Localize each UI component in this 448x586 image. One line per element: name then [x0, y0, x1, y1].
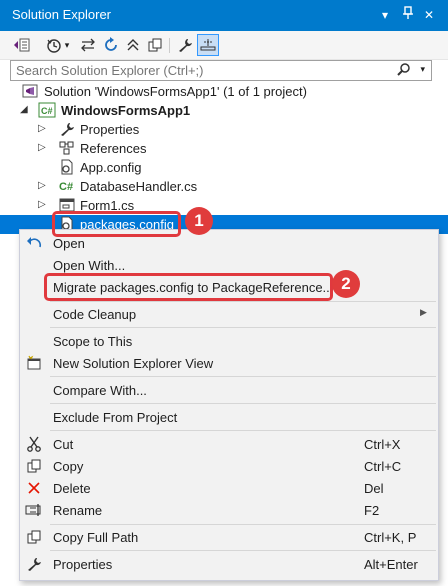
menu-item-copy-full-path[interactable]: Copy Full Path Ctrl+K, P	[20, 526, 438, 548]
tree-node-solution[interactable]: Solution 'WindowsFormsApp1' (1 of 1 proj…	[0, 82, 448, 101]
window-title: Solution Explorer	[12, 7, 111, 22]
tree-node-databasehandler[interactable]: ▷ C# DatabaseHandler.cs	[0, 177, 448, 196]
menu-label: Compare With...	[53, 383, 147, 398]
menu-item-delete[interactable]: Delete Del	[20, 477, 438, 499]
menu-label: Exclude From Project	[53, 410, 178, 425]
solution-explorer-toolbar: ▾	[0, 31, 448, 60]
history-icon[interactable]	[44, 35, 64, 55]
menu-shortcut: F2	[364, 503, 380, 518]
callout-badge-1: 1	[185, 207, 213, 235]
tree-label: App.config	[80, 160, 142, 175]
svg-text:C#: C#	[41, 106, 53, 116]
tree-node-project[interactable]: ◢ C# WindowsFormsApp1	[0, 101, 448, 120]
vs-solution-switch-icon[interactable]	[12, 35, 32, 55]
menu-separator	[50, 403, 436, 404]
tree-label: DatabaseHandler.cs	[80, 179, 198, 194]
menu-shortcut: Alt+Enter	[364, 557, 418, 572]
wrench-icon	[59, 121, 75, 137]
callout-highlight-2	[44, 273, 333, 301]
chevron-down-icon[interactable]: ▾	[420, 64, 425, 75]
menu-label: Open	[53, 236, 85, 251]
menu-separator	[50, 524, 436, 525]
submenu-arrow-icon: ▶	[420, 307, 427, 317]
tree-node-app-config[interactable]: App.config	[0, 158, 448, 177]
open-arrow-icon	[24, 234, 44, 252]
wrench-icon	[24, 555, 44, 573]
tree-label-project: WindowsFormsApp1	[61, 103, 191, 118]
menu-label: Copy Full Path	[53, 530, 139, 545]
toolbar-divider	[169, 38, 170, 53]
rename-icon	[24, 501, 44, 519]
menu-shortcut: Ctrl+C	[364, 459, 402, 474]
menu-label: Rename	[53, 503, 103, 518]
menu-shortcut: Ctrl+K, P	[364, 530, 417, 545]
config-file-icon	[59, 159, 75, 175]
menu-item-rename[interactable]: Rename F2	[20, 499, 438, 521]
tree-node-references[interactable]: ▷ References	[0, 139, 448, 158]
menu-separator	[50, 327, 436, 328]
collapsed-arrow-icon[interactable]: ▷	[38, 142, 46, 153]
copy-icon[interactable]	[145, 35, 165, 55]
callout-badge-2: 2	[332, 270, 360, 298]
tree-label: References	[80, 141, 147, 156]
menu-label: Copy	[53, 459, 84, 474]
menu-item-scope[interactable]: Scope to This	[20, 330, 438, 352]
delete-x-icon	[24, 479, 44, 497]
copy-icon	[24, 528, 44, 546]
menu-label: Code Cleanup	[53, 307, 137, 322]
csharp-project-icon: C#	[38, 102, 56, 118]
close-icon[interactable]: ✕	[421, 6, 437, 24]
scissors-icon	[24, 435, 44, 453]
menu-separator	[50, 376, 436, 377]
collapse-all-icon[interactable]	[123, 35, 143, 55]
chevron-down-icon[interactable]: ▾	[377, 6, 393, 24]
chevron-down-icon[interactable]: ▾	[62, 35, 72, 55]
menu-label: Open With...	[53, 258, 126, 273]
wrench-icon[interactable]	[175, 35, 195, 55]
menu-item-cut[interactable]: Cut Ctrl+X	[20, 433, 438, 455]
new-view-icon	[24, 354, 44, 372]
collapsed-arrow-icon[interactable]: ▷	[38, 199, 46, 210]
tree-label: Properties	[80, 122, 140, 137]
menu-item-properties[interactable]: Properties Alt+Enter	[20, 553, 438, 575]
menu-separator	[50, 550, 436, 551]
menu-separator	[50, 301, 436, 302]
refresh-icon[interactable]	[101, 35, 121, 55]
menu-shortcut: Del	[364, 481, 384, 496]
preview-icon[interactable]	[197, 34, 219, 56]
csharp-file-icon: C#	[59, 178, 75, 194]
search-box[interactable]: ▾	[10, 60, 432, 81]
menu-label: Cut	[53, 437, 74, 452]
callout-highlight-1	[52, 211, 181, 237]
collapsed-arrow-icon[interactable]: ▷	[38, 123, 46, 134]
search-icon[interactable]	[397, 63, 411, 80]
menu-item-exclude[interactable]: Exclude From Project	[20, 406, 438, 428]
svg-text:C#: C#	[59, 181, 73, 193]
expanded-arrow-icon[interactable]: ◢	[20, 104, 28, 115]
menu-item-new-view[interactable]: New Solution Explorer View	[20, 352, 438, 374]
menu-label: Delete	[53, 481, 91, 496]
tree-node-properties[interactable]: ▷ Properties	[0, 120, 448, 139]
collapsed-arrow-icon[interactable]: ▷	[38, 180, 46, 191]
pin-icon[interactable]	[400, 6, 416, 24]
menu-label: Properties	[53, 557, 113, 572]
menu-label: New Solution Explorer View	[53, 356, 214, 371]
solution-icon	[22, 83, 38, 99]
sync-arrows-icon[interactable]	[78, 35, 98, 55]
menu-item-compare[interactable]: Compare With...	[20, 379, 438, 401]
tree-label-solution: Solution 'WindowsFormsApp1' (1 of 1 proj…	[44, 84, 307, 99]
menu-shortcut: Ctrl+X	[364, 437, 401, 452]
menu-item-copy[interactable]: Copy Ctrl+C	[20, 455, 438, 477]
menu-label: Scope to This	[53, 334, 133, 349]
solution-explorer-titlebar: Solution Explorer ▾ ✕	[0, 0, 448, 31]
menu-item-code-cleanup[interactable]: Code Cleanup ▶	[20, 303, 438, 325]
copy-icon	[24, 457, 44, 475]
menu-separator	[50, 430, 436, 431]
search-input[interactable]	[11, 61, 396, 80]
references-icon	[59, 140, 75, 156]
